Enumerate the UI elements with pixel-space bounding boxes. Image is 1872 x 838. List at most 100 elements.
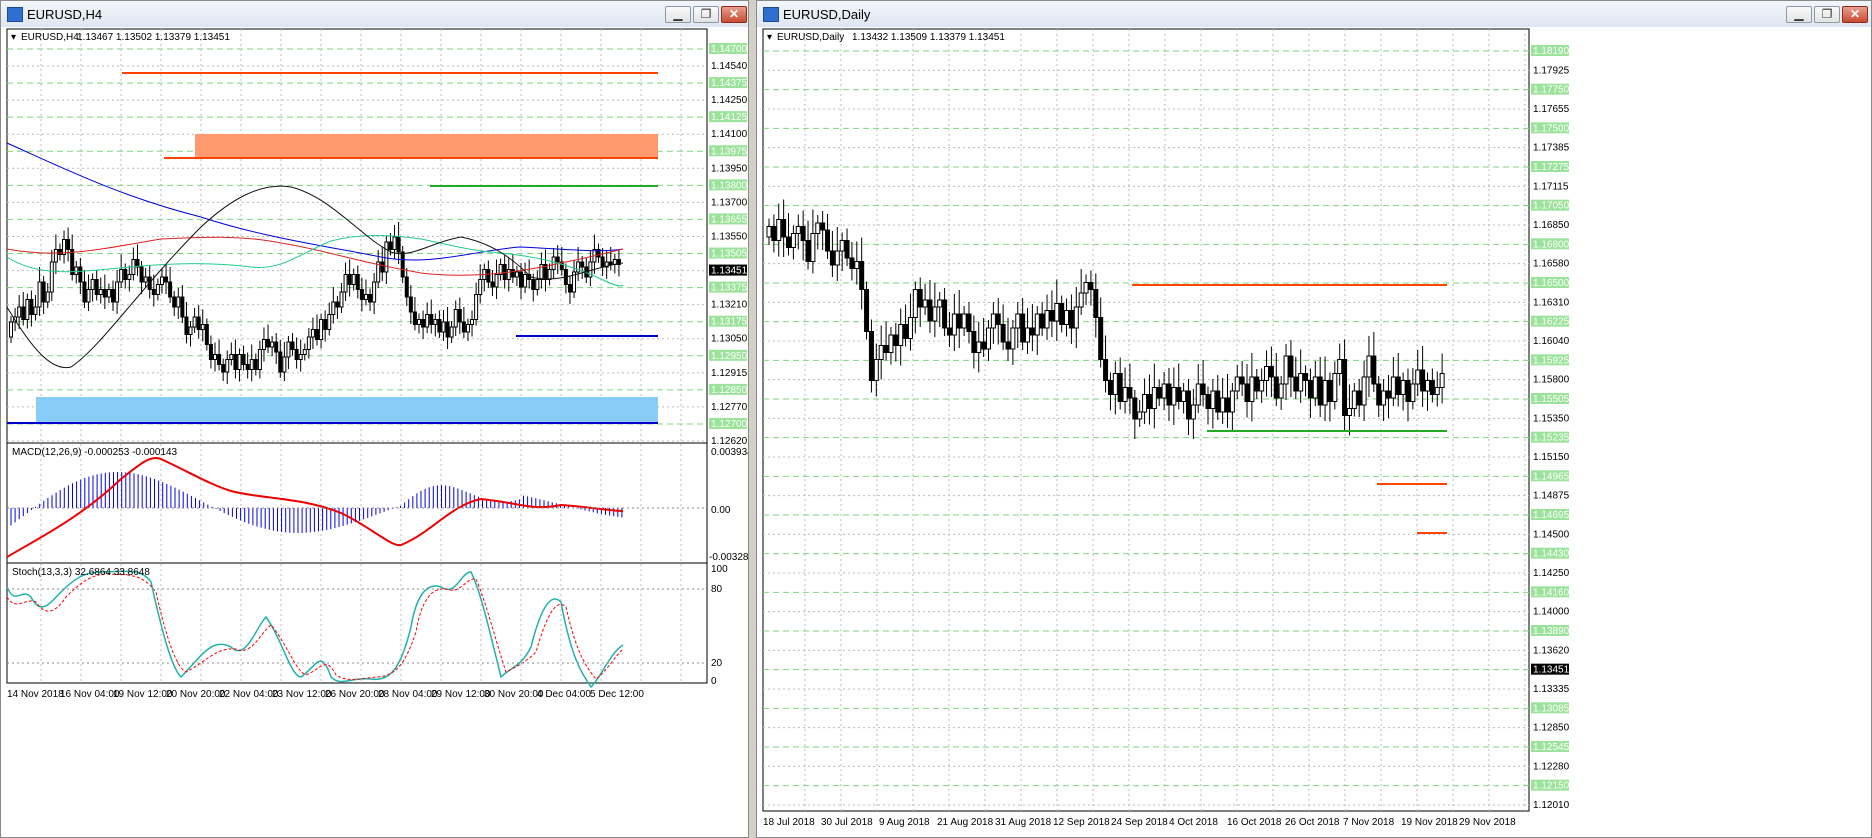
- svg-text:▾: ▾: [767, 32, 772, 43]
- price-axis-label: 1.14250: [1533, 568, 1570, 579]
- minimize-button[interactable]: ▁: [1786, 6, 1812, 23]
- candle: [927, 299, 933, 322]
- price-axis-label: 1.12010: [1533, 800, 1570, 811]
- candle: [274, 341, 279, 353]
- candle: [1342, 359, 1348, 416]
- candle: [184, 316, 189, 335]
- candle: [433, 319, 438, 325]
- left-chart-window[interactable]: EURUSD,H4 ▁ ❐ ✕ 1.14700 1.14540 1.14375 …: [0, 0, 749, 838]
- time-axis-label: 14 Nov 2018: [7, 689, 64, 700]
- candle: [956, 313, 962, 329]
- right-titlebar[interactable]: EURUSD,Daily ▁ ❐ ✕: [757, 1, 1871, 28]
- stoch-axis-100: 100: [711, 564, 728, 575]
- candle: [523, 274, 528, 288]
- candle: [351, 274, 356, 285]
- candle: [302, 349, 307, 355]
- candle: [257, 349, 262, 370]
- restore-button[interactable]: ❐: [693, 6, 719, 23]
- candle: [1151, 387, 1157, 409]
- candle: [217, 354, 222, 365]
- candle: [319, 319, 324, 340]
- left-titlebar[interactable]: EURUSD,H4 ▁ ❐ ✕: [1, 1, 748, 28]
- candle: [233, 354, 238, 370]
- candle: [1142, 394, 1148, 413]
- candle: [1254, 376, 1260, 392]
- restore-button[interactable]: ❐: [1814, 6, 1840, 23]
- left-chart-area[interactable]: 1.14700 1.14540 1.14375 1.14250 1.14125 1.141…: [1, 27, 748, 837]
- right-symbol: EURUSD,Daily: [777, 32, 844, 43]
- candle: [854, 261, 860, 269]
- candle: [932, 306, 938, 322]
- candle: [898, 324, 904, 346]
- candle: [1337, 359, 1343, 374]
- candle: [771, 226, 777, 241]
- candle: [1205, 394, 1211, 409]
- candle: [49, 261, 54, 293]
- right-chart-area[interactable]: 1.18190 1.17925 1.17750 1.17655 1.17500 1.173…: [757, 27, 1871, 837]
- price-axis-label: 1.13700: [711, 197, 748, 208]
- candle: [1239, 376, 1245, 385]
- price-axis-label: 1.16310: [1533, 297, 1570, 308]
- candle: [123, 269, 128, 280]
- price-axis-label: 1.13210: [711, 300, 748, 311]
- candle: [1132, 397, 1138, 420]
- candle: [859, 261, 865, 290]
- candle: [139, 266, 144, 283]
- price-axis-label: 1.14875: [1533, 491, 1570, 502]
- candle: [90, 279, 95, 290]
- candle: [384, 241, 389, 273]
- candle: [253, 359, 258, 370]
- candle: [119, 269, 124, 283]
- price-axis-label: 1.12850: [1533, 723, 1570, 734]
- candle: [172, 296, 177, 308]
- candle: [266, 339, 271, 348]
- candle: [1327, 380, 1333, 402]
- price-level-label: 1.12700: [711, 419, 748, 430]
- price-axis-label: 1.14250: [711, 95, 748, 106]
- close-button[interactable]: ✕: [1842, 6, 1868, 23]
- price-level-label: 1.17750: [1533, 85, 1570, 96]
- candle: [102, 289, 107, 298]
- price-level-label: 1.17500: [1533, 123, 1570, 134]
- candle: [368, 294, 373, 303]
- candle: [1361, 376, 1367, 406]
- candle: [45, 291, 50, 303]
- candle: [1059, 303, 1065, 325]
- candle: [355, 274, 360, 290]
- time-axis-label: 12 Sep 2018: [1053, 817, 1110, 828]
- price-level-label: 1.13505: [711, 249, 748, 260]
- candle: [1083, 282, 1089, 294]
- candle: [1020, 313, 1026, 343]
- candle: [1278, 383, 1284, 399]
- right-chart-window[interactable]: EURUSD,Daily ▁ ❐ ✕ 1.18190 1.17925 1.17750…: [756, 0, 1872, 838]
- candle: [392, 236, 397, 250]
- minimize-button[interactable]: ▁: [665, 6, 691, 23]
- candle: [192, 316, 197, 328]
- candle: [1210, 390, 1216, 409]
- candle: [1005, 341, 1011, 350]
- resistance-zone: [195, 134, 658, 158]
- candle: [41, 281, 46, 303]
- candle: [1293, 376, 1299, 392]
- candle: [372, 281, 377, 303]
- candle: [1112, 373, 1118, 395]
- candle: [1225, 397, 1231, 413]
- candle: [159, 276, 164, 285]
- candle: [143, 276, 148, 283]
- candle: [1264, 366, 1270, 381]
- candle: [155, 284, 160, 295]
- candle: [888, 334, 894, 353]
- close-button[interactable]: ✕: [721, 6, 747, 23]
- candle: [1410, 383, 1416, 402]
- candle: [347, 274, 352, 285]
- price-axis-label: 1.17655: [1533, 104, 1570, 115]
- candle: [9, 321, 13, 338]
- time-axis-label: 4 Dec 04:00: [537, 689, 591, 700]
- candle: [1029, 327, 1035, 336]
- candle: [70, 249, 75, 275]
- price-level-label: 1.14430: [1533, 549, 1570, 560]
- left-symbol: EURUSD,H4: [21, 32, 79, 43]
- candle: [864, 289, 870, 332]
- candle: [907, 317, 913, 339]
- current-price-label: 1.13451: [711, 266, 748, 277]
